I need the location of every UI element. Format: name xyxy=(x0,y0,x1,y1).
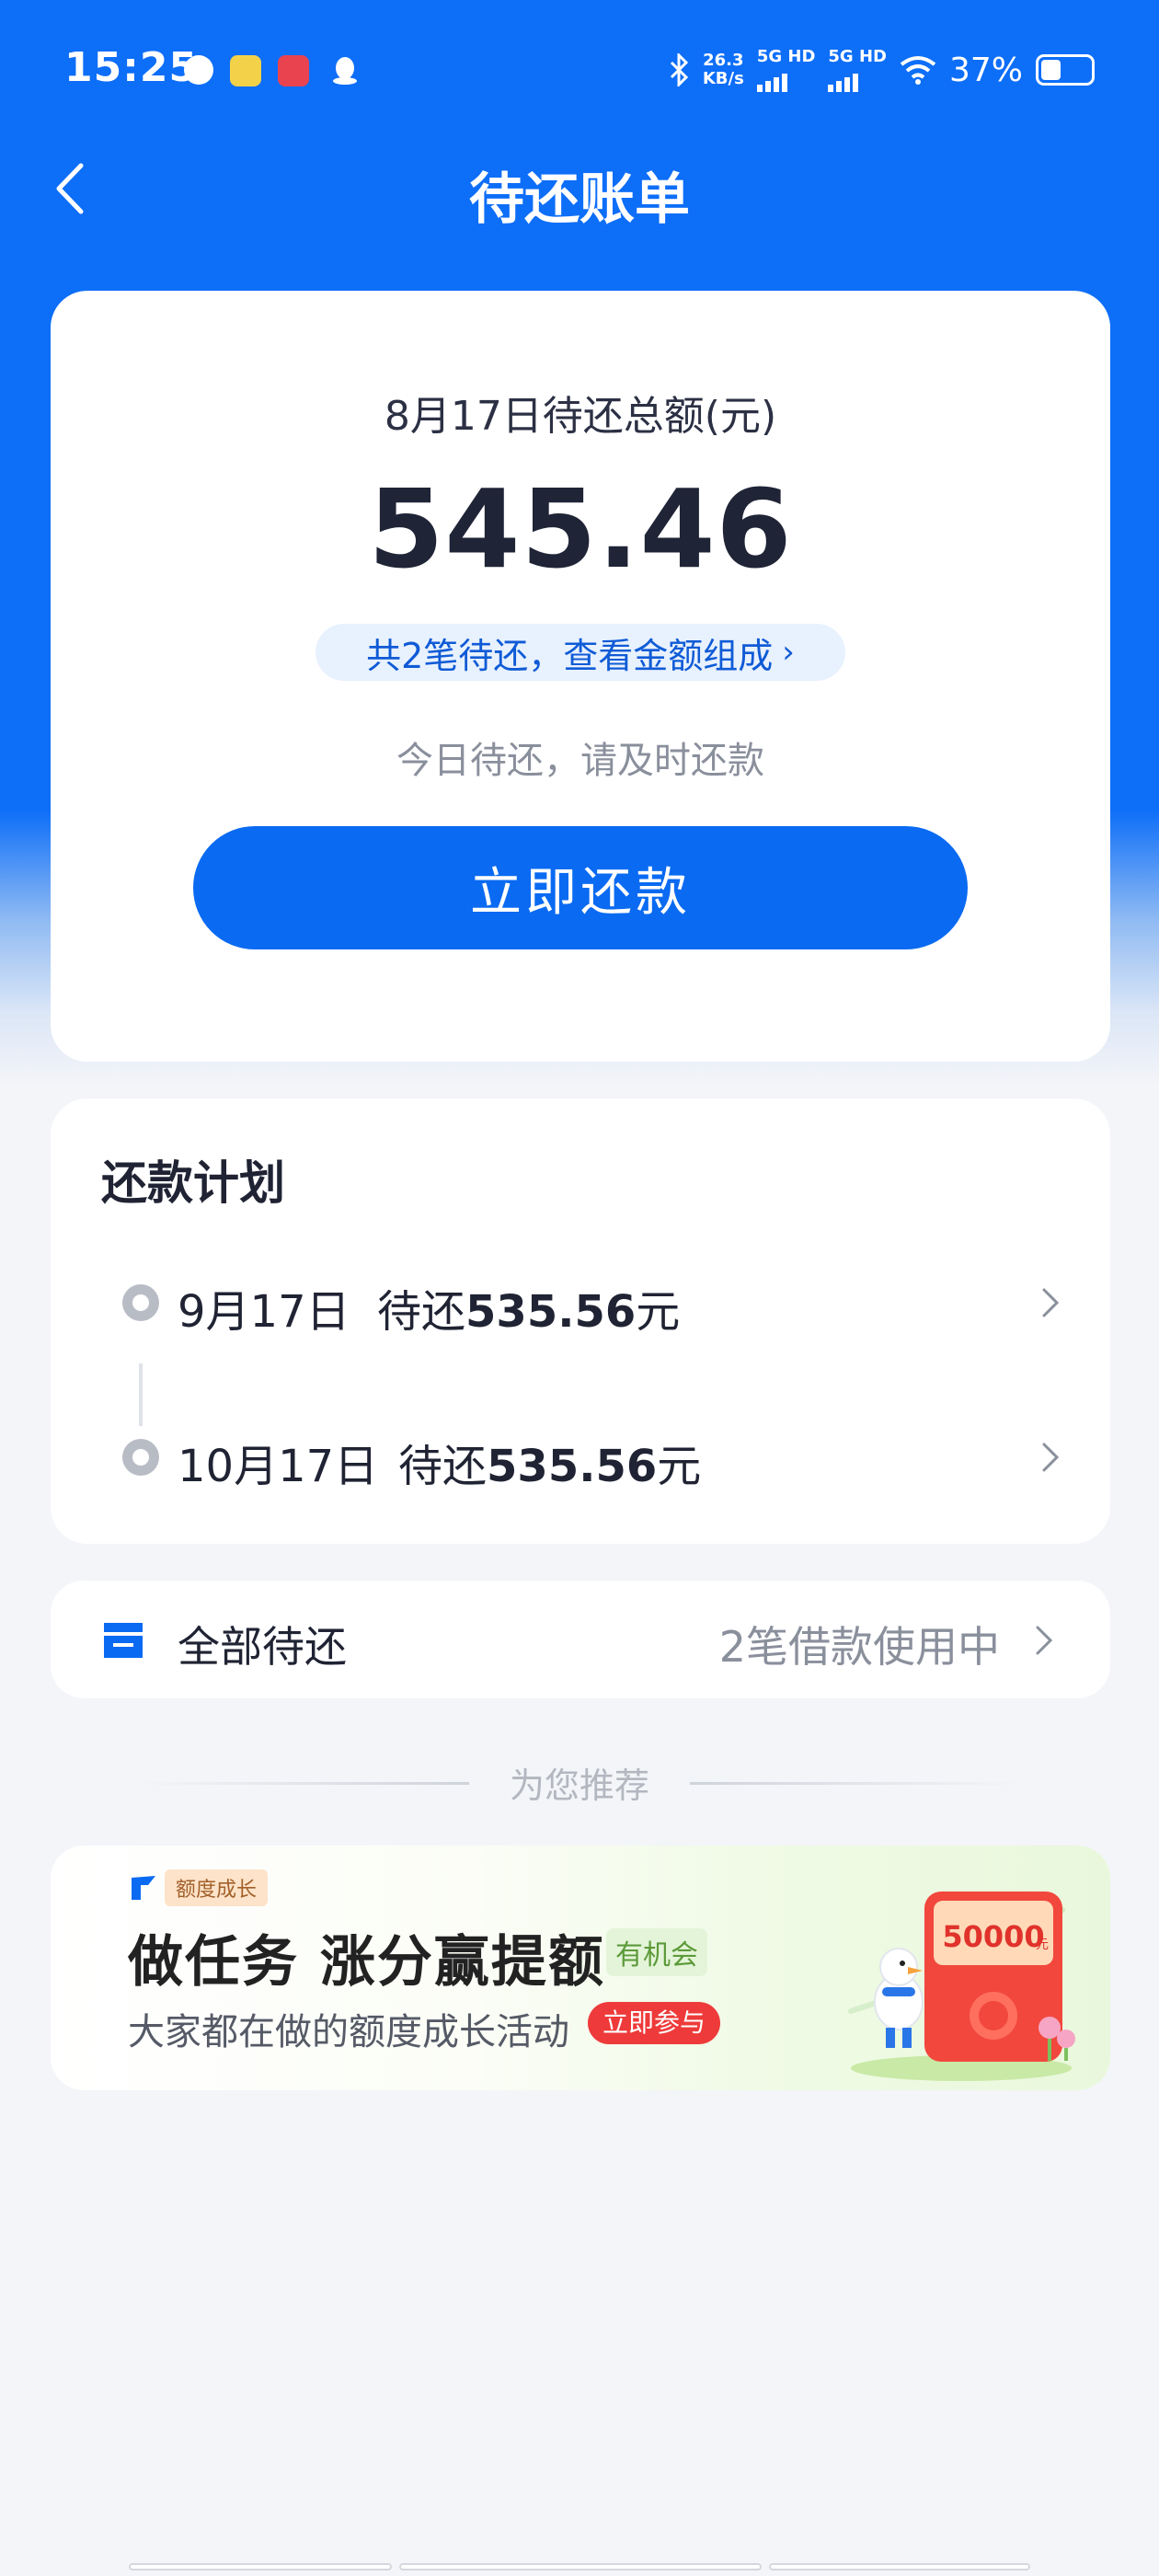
red-envelope-illustration: 50000 元 xyxy=(848,1892,1075,2081)
status-bar: 15:25 26.3 KB/s 5G HD 5G HD 37% xyxy=(0,0,1159,138)
credit-growth-banner[interactable]: 额度成长 做任务 涨分赢提额 有机会 大家都在做的额度成长活动 立即参与 500… xyxy=(51,1846,1110,2090)
bill-box-icon xyxy=(104,1623,143,1658)
loan-status: 2笔借款使用中 xyxy=(718,1622,1000,1672)
network-speed: 26.3 KB/s xyxy=(702,51,744,88)
chevron-right-icon xyxy=(1036,1626,1053,1655)
bottom-indicator xyxy=(129,2563,392,2570)
app-notification-icon xyxy=(230,55,261,86)
divider-line xyxy=(690,1782,1021,1785)
recommend-divider: 为您推荐 xyxy=(138,1757,1021,1809)
plan-title: 还款计划 xyxy=(101,1156,285,1210)
plan-item[interactable]: 10月17日 待还535.56元 xyxy=(51,1409,1110,1511)
banner-tag: 额度成长 xyxy=(128,1869,269,1906)
page-title: 待还账单 xyxy=(469,167,690,232)
banner-title: 做任务 涨分赢提额 xyxy=(128,1930,605,1995)
qq-icon xyxy=(333,57,357,85)
wifi-icon xyxy=(900,56,936,85)
join-now-button[interactable]: 立即参与 xyxy=(588,2002,721,2044)
chance-badge: 有机会 xyxy=(606,1928,707,1976)
repayment-plan-card: 还款计划 9月17日 待还535.56元 10月17日 待还535.56元 xyxy=(51,1098,1110,1544)
globe-icon xyxy=(184,55,213,85)
chevron-right-icon xyxy=(1042,1443,1060,1472)
battery-icon xyxy=(1036,54,1095,86)
amount-breakdown-link[interactable]: 共2笔待还，查看金额组成 › xyxy=(316,624,845,681)
chevron-right-icon xyxy=(1042,1288,1060,1317)
status-time: 15:25 xyxy=(64,44,199,91)
bottom-indicator xyxy=(399,2563,762,2570)
plan-date: 10月17日 xyxy=(178,1441,379,1492)
bottom-indicator xyxy=(769,2563,1030,2570)
banner-subtitle: 大家都在做的额度成长活动 xyxy=(128,2011,569,2053)
gift-unit: 元 xyxy=(1036,1938,1049,1952)
signal-icon xyxy=(756,66,816,92)
bluetooth-icon xyxy=(670,53,688,86)
repay-hint: 今日待还，请及时还款 xyxy=(396,740,764,782)
banner-tag-text: 额度成长 xyxy=(165,1869,269,1906)
all-pending-row[interactable]: 全部待还 2笔借款使用中 xyxy=(51,1581,1110,1698)
amount-breakdown-text: 共2笔待还，查看金额组成 xyxy=(366,635,774,676)
all-pending-label: 全部待还 xyxy=(178,1622,347,1672)
sim2-signal: 5G HD xyxy=(828,48,887,92)
chevron-right-icon: › xyxy=(782,634,795,671)
signal-icon xyxy=(828,66,887,92)
repay-now-button[interactable]: 立即还款 xyxy=(193,826,968,949)
plan-amount: 待还535.56元 xyxy=(398,1441,702,1492)
due-total-label: 8月17日待还总额(元) xyxy=(384,393,777,440)
plan-amount: 待还535.56元 xyxy=(377,1286,681,1338)
bill-summary-card: 8月17日待还总额(元) 545.46 共2笔待还，查看金额组成 › 今日待还，… xyxy=(51,291,1110,1062)
sim1-signal: 5G HD xyxy=(756,48,816,92)
app-notification-icon xyxy=(278,55,309,86)
due-total-amount: 545.46 xyxy=(368,466,793,592)
gift-amount: 50000 xyxy=(942,1919,1044,1954)
plan-item[interactable]: 9月17日 待还535.56元 xyxy=(51,1255,1110,1356)
battery-percent: 37% xyxy=(948,51,1023,89)
brand-logo-icon xyxy=(132,1876,155,1900)
timeline-dot-icon xyxy=(122,1439,159,1476)
timeline-dot-icon xyxy=(122,1284,159,1321)
plan-date: 9月17日 xyxy=(178,1286,350,1338)
